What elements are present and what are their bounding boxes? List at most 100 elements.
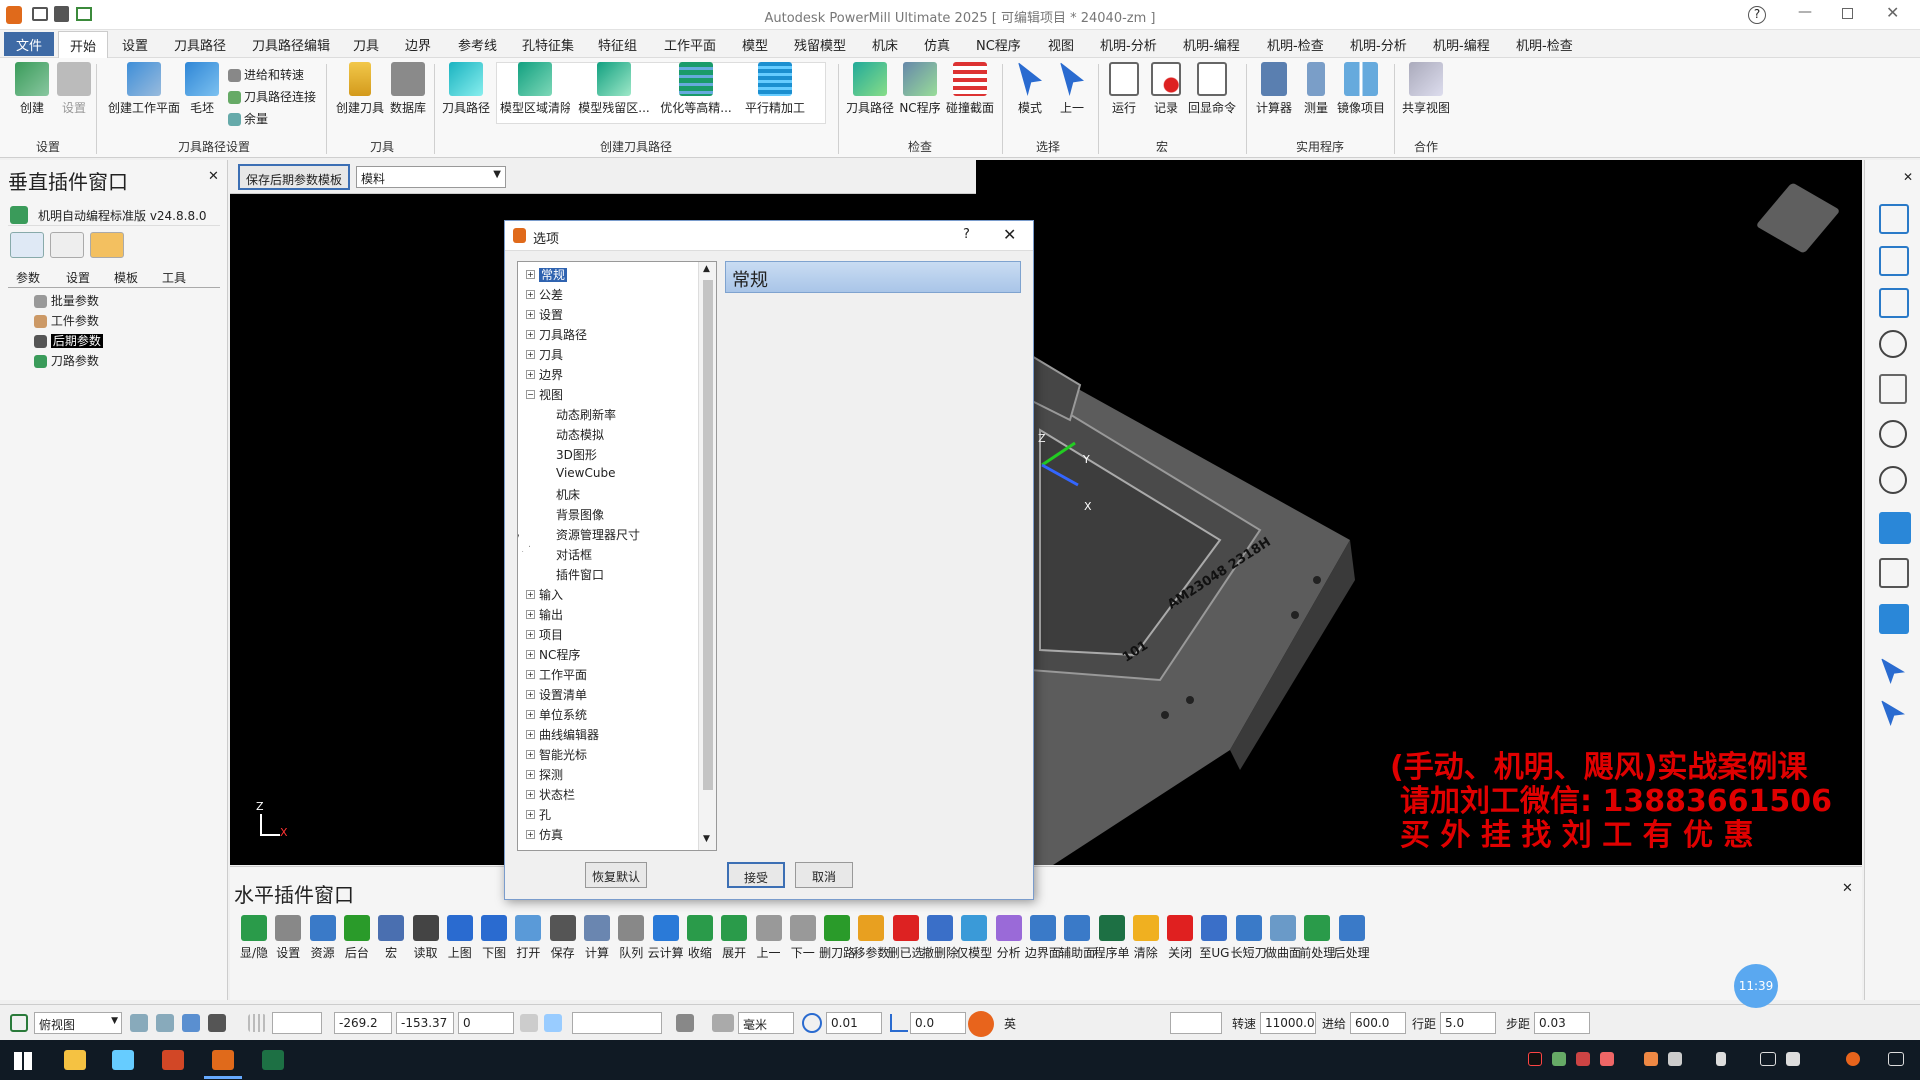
model-rest-button[interactable]: 模型残留区... xyxy=(576,62,652,116)
tree-item[interactable]: + 仿真 xyxy=(526,826,563,845)
tree-subitem[interactable]: ViewCube xyxy=(556,466,615,485)
solid-blue-icon[interactable] xyxy=(1879,604,1909,634)
menu-feature-group[interactable]: 特征组 xyxy=(598,35,637,54)
tray-icon-3[interactable] xyxy=(1576,1052,1590,1066)
coord-x[interactable]: -269.2 xyxy=(334,1012,392,1034)
select-cursor-icon[interactable] xyxy=(1881,658,1905,684)
plugin-version-row[interactable]: 机明自动编程标准版 v24.8.8.0 xyxy=(8,204,220,226)
powermill-icon[interactable] xyxy=(212,1050,234,1070)
feed-rate-field[interactable]: 600.0 xyxy=(1350,1012,1406,1034)
tree-item-post[interactable]: 后期参数 xyxy=(34,332,103,349)
tray-icon-2[interactable] xyxy=(1552,1052,1566,1066)
param-tab-icon[interactable] xyxy=(10,232,44,258)
expand-icon[interactable]: + xyxy=(526,350,535,359)
collision-section-button[interactable]: 碰撞截面 xyxy=(940,62,1000,116)
toolpath-link-button[interactable]: 刀具路径连接 xyxy=(228,88,316,105)
zoom-box-icon[interactable] xyxy=(1879,420,1907,448)
shaded-icon[interactable] xyxy=(1879,512,1911,544)
tree-item[interactable]: − 视图 xyxy=(526,386,563,405)
expand-icon[interactable]: + xyxy=(526,730,535,739)
stepdown-field[interactable]: 0.03 xyxy=(1534,1012,1590,1034)
snap3-icon[interactable] xyxy=(182,1014,200,1032)
restore-defaults-button[interactable]: 恢复默认 xyxy=(585,862,647,888)
windows-start-icon[interactable] xyxy=(14,1052,32,1070)
file-explorer-icon[interactable] xyxy=(64,1050,86,1070)
spindle-speed-field[interactable]: 11000.0 xyxy=(1260,1012,1316,1034)
menu-settings[interactable]: 设置 xyxy=(122,35,148,54)
tray-icon-4[interactable] xyxy=(1600,1052,1614,1066)
tree-item[interactable]: + 输出 xyxy=(526,606,563,625)
toolpath-button[interactable]: 刀具路径 xyxy=(436,62,496,116)
expand-icon[interactable]: + xyxy=(526,790,535,799)
tray-ime-icon[interactable] xyxy=(1846,1052,1860,1066)
workplane-status-icon[interactable] xyxy=(10,1014,28,1032)
left-panel-close-icon[interactable]: ✕ xyxy=(208,169,219,184)
angle-icon[interactable] xyxy=(890,1014,908,1032)
save-post-template-button[interactable]: 保存后期参数模板 xyxy=(238,164,350,190)
tree-item[interactable]: + 输入 xyxy=(526,586,563,605)
menu-pattern[interactable]: 参考线 xyxy=(458,35,497,54)
expand-icon[interactable]: + xyxy=(526,710,535,719)
tree-item[interactable]: + 探测 xyxy=(526,766,563,785)
material-select[interactable]: 模料 ▼ xyxy=(356,166,506,188)
wireframe-icon[interactable] xyxy=(1879,558,1909,588)
expand-icon[interactable]: + xyxy=(526,670,535,679)
excel-icon[interactable] xyxy=(262,1050,284,1070)
collapse-icon[interactable]: − xyxy=(526,390,535,399)
expand-icon[interactable]: + xyxy=(526,770,535,779)
tree-item[interactable]: + 项目 xyxy=(526,626,563,645)
tree-subitem[interactable]: 动态刷新率 xyxy=(556,406,616,425)
expand-icon[interactable]: + xyxy=(526,270,535,279)
tree-item[interactable]: + 智能光标 xyxy=(526,746,587,765)
value-field[interactable]: 0.0 xyxy=(910,1012,966,1034)
menu-model[interactable]: 模型 xyxy=(742,35,768,54)
maximize-icon[interactable] xyxy=(1842,8,1853,19)
tab-templates[interactable]: 模板 xyxy=(114,269,138,286)
powerpoint-icon[interactable] xyxy=(162,1050,184,1070)
tray-volume-icon[interactable] xyxy=(1786,1052,1800,1066)
expand-icon[interactable]: + xyxy=(526,650,535,659)
accept-button[interactable]: 接受 xyxy=(727,862,785,888)
tab-tools[interactable]: 工具 xyxy=(162,269,186,286)
menu-workplane[interactable]: 工作平面 xyxy=(664,35,716,54)
tree-item[interactable]: + 刀具路径 xyxy=(526,326,587,345)
unit-field[interactable]: 毫米 xyxy=(738,1012,794,1034)
expand-icon[interactable]: + xyxy=(526,590,535,599)
notification-icon[interactable] xyxy=(1888,1052,1904,1066)
ruler-icon[interactable] xyxy=(712,1014,734,1032)
create-workplane-button[interactable]: 创建工作平面 xyxy=(106,62,182,116)
view-cube-icon[interactable] xyxy=(1879,288,1909,318)
raster-finish-button[interactable]: 平行精加工 xyxy=(740,62,810,116)
ime-logo-icon[interactable] xyxy=(968,1011,994,1037)
menu-jm-program[interactable]: 机明-编程 xyxy=(1183,35,1240,54)
status-tool-icon[interactable] xyxy=(520,1014,538,1032)
tree-item[interactable]: + 曲线编辑器 xyxy=(526,726,599,745)
measure-status-icon[interactable] xyxy=(676,1014,694,1032)
snap-icon[interactable] xyxy=(130,1014,148,1032)
settings-tab-icon[interactable] xyxy=(90,232,124,258)
menu-view[interactable]: 视图 xyxy=(1048,35,1074,54)
previous-select-button[interactable]: 上一 xyxy=(1042,62,1102,116)
menu-boundary[interactable]: 边界 xyxy=(405,35,431,54)
expand-icon[interactable]: + xyxy=(526,750,535,759)
stepover-field[interactable]: 5.0 xyxy=(1440,1012,1496,1034)
tree-item[interactable]: + 状态栏 xyxy=(526,786,575,805)
setting-button[interactable]: 设置 xyxy=(44,62,104,116)
close-icon[interactable]: ✕ xyxy=(1886,3,1899,22)
menu-tool[interactable]: 刀具 xyxy=(353,35,379,54)
hpanel-tool-button[interactable]: 后处理 xyxy=(1332,915,1372,961)
tools-tab-icon[interactable] xyxy=(50,232,84,258)
tolerance-field[interactable]: 0.01 xyxy=(826,1012,882,1034)
database-button[interactable]: 数据库 xyxy=(378,62,438,116)
tab-settings[interactable]: 设置 xyxy=(66,269,90,286)
coord-y[interactable]: -153.37 xyxy=(396,1012,454,1034)
menu-home[interactable]: 开始 xyxy=(58,31,108,58)
allowance-button[interactable]: 余量 xyxy=(228,110,268,127)
help-icon[interactable]: ? xyxy=(1748,6,1766,24)
scroll-down-icon[interactable]: ▼ xyxy=(703,834,710,844)
menu-jm-check-2[interactable]: 机明-检查 xyxy=(1516,35,1573,54)
view-select[interactable]: 俯视图 ▼ xyxy=(34,1012,122,1034)
tray-tiktok-icon[interactable] xyxy=(1528,1052,1542,1066)
tree-item[interactable]: + 常规 xyxy=(526,266,568,285)
echo-command-button[interactable]: 回显命令 xyxy=(1182,62,1242,116)
